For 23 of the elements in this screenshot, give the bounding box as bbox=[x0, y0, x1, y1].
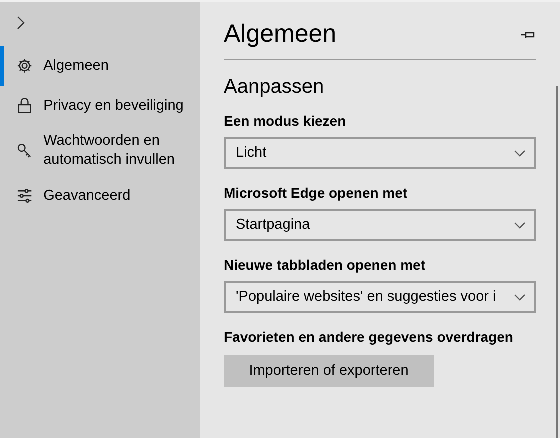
setting-label: Nieuwe tabbladen openen met bbox=[224, 257, 426, 273]
dropdown[interactable]: Startpagina bbox=[224, 209, 536, 241]
caret-icon bbox=[514, 222, 526, 228]
sidebar-item[interactable]: Geavanceerd bbox=[0, 176, 200, 216]
scrollbar[interactable] bbox=[556, 86, 558, 438]
dropdown[interactable]: Licht bbox=[224, 137, 536, 169]
pin-icon[interactable] bbox=[520, 30, 536, 40]
settings-icon bbox=[16, 57, 34, 75]
import-export-button[interactable]: Importeren of exporteren bbox=[224, 355, 434, 387]
sliders-icon bbox=[16, 187, 34, 205]
setting-label: Favorieten en andere gegevens overdragen bbox=[224, 329, 514, 345]
section-heading: Aanpassen bbox=[224, 76, 326, 99]
expand-icon[interactable] bbox=[15, 16, 27, 30]
sidebar-item[interactable]: Privacy en beveiliging bbox=[0, 86, 200, 126]
setting-label: Een modus kiezen bbox=[224, 113, 348, 129]
caret-icon bbox=[514, 294, 526, 300]
sidebar-item[interactable]: Wachtwoorden en automatisch invullen bbox=[0, 126, 200, 176]
key-icon bbox=[16, 142, 34, 160]
page-title: Algemeen bbox=[224, 20, 337, 49]
setting-label: Microsoft Edge openen met bbox=[224, 185, 409, 201]
dropdown[interactable]: 'Populaire websites' en suggesties voor i bbox=[224, 281, 536, 313]
lock-icon bbox=[16, 97, 34, 115]
caret-icon bbox=[514, 150, 526, 156]
